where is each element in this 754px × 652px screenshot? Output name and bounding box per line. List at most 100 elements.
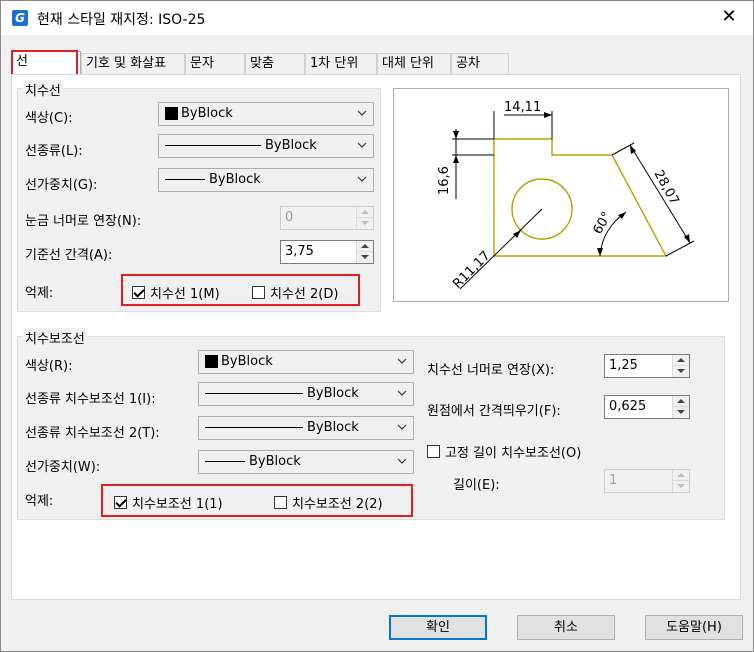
checkbox-checked-icon xyxy=(114,496,127,509)
spin-up-icon[interactable] xyxy=(673,355,689,366)
spin-down-icon[interactable] xyxy=(357,252,373,263)
ext-color-value: ByBlock xyxy=(221,354,273,369)
suppress-dim-line-2-label: 치수선 2(D) xyxy=(270,287,339,302)
suppress-dim-line-1-label: 치수선 1(M) xyxy=(150,287,220,302)
dim-linetype-label: 선종류(L): xyxy=(25,144,83,159)
ext-lineweight-label: 선가중치(W): xyxy=(25,460,101,475)
chevron-down-icon xyxy=(357,176,367,182)
color-swatch xyxy=(165,107,178,120)
ext-color-select[interactable]: ByBlock xyxy=(198,350,414,374)
dim-color-value: ByBlock xyxy=(181,106,233,121)
dim-lines-group-label: 치수선 xyxy=(23,80,63,99)
preview-shape xyxy=(493,138,668,257)
offset-origin-value: 0,625 xyxy=(609,399,647,414)
chevron-down-icon xyxy=(357,110,367,116)
help-button[interactable]: 도움말(H) xyxy=(645,615,743,640)
spin-down-icon[interactable] xyxy=(673,366,689,377)
dim-lineweight-label: 선가중치(G): xyxy=(25,178,98,193)
linetype-sample xyxy=(165,145,261,146)
ext-linetype1-select[interactable]: ByBlock xyxy=(198,382,414,406)
length-label: 길이(E): xyxy=(453,478,500,493)
style-preview: 14,11 16,6 28,07 60° R11,17 xyxy=(393,88,729,302)
tab-symbols-arrows[interactable]: 기호 및 화살표 xyxy=(81,53,185,75)
dim-text-left: 16,6 xyxy=(437,166,452,195)
window-title: 현재 스타일 재지정: ISO-25 xyxy=(37,12,206,28)
ext-linetype2-select[interactable]: ByBlock xyxy=(198,416,414,440)
spin-up-icon[interactable] xyxy=(673,470,689,481)
fixed-length-checkbox[interactable]: 고정 길이 치수보조선(O) xyxy=(427,442,581,461)
dim-text-angle: 60° xyxy=(590,210,615,237)
extend-beyond-label: 치수선 너머로 연장(X): xyxy=(427,363,555,378)
checkbox-unchecked-icon xyxy=(427,445,440,458)
chevron-down-icon xyxy=(397,390,407,396)
dim-text-top: 14,11 xyxy=(504,100,541,115)
offset-origin-label: 원점에서 간격띄우기(F): xyxy=(427,404,561,419)
dim-text-radius: R11,17 xyxy=(450,249,493,292)
suppress-dim-line-2-checkbox[interactable]: 치수선 2(D) xyxy=(252,283,338,302)
ext-lines-group-label: 치수보조선 xyxy=(23,328,87,347)
checkbox-checked-icon xyxy=(132,286,145,299)
ok-button[interactable]: 확인 xyxy=(389,615,487,640)
extend-beyond-spinner[interactable]: 1,25 xyxy=(604,354,690,378)
suppress-ext-line-2-checkbox[interactable]: 치수보조선 2(2) xyxy=(274,493,383,512)
checkbox-unchecked-icon xyxy=(252,286,265,299)
spin-down-icon[interactable] xyxy=(673,407,689,418)
tab-primary-units[interactable]: 1차 단위 xyxy=(305,53,377,75)
app-logo-icon: G xyxy=(12,10,28,26)
dim-lineweight-value: ByBlock xyxy=(209,172,261,187)
suppress-ext-line-1-checkbox[interactable]: 치수보조선 1(1) xyxy=(114,493,223,512)
lineweight-sample xyxy=(165,179,205,180)
title-bar: G 현재 스타일 재지정: ISO-25 ✕ xyxy=(1,1,753,35)
chevron-down-icon xyxy=(357,142,367,148)
spin-down-icon[interactable] xyxy=(357,218,373,229)
spin-up-icon[interactable] xyxy=(673,396,689,407)
linetype-sample xyxy=(205,393,303,394)
ext-suppress-label: 억제: xyxy=(25,494,54,509)
suppress-dim-line-1-checkbox[interactable]: 치수선 1(M) xyxy=(132,283,220,302)
linetype-sample xyxy=(205,427,303,428)
dim-lineweight-select[interactable]: ByBlock xyxy=(158,168,374,192)
spin-up-icon[interactable] xyxy=(357,207,373,218)
extend-ticks-value: 0 xyxy=(285,210,294,225)
tab-fit[interactable]: 맞춤 xyxy=(245,53,305,75)
spin-up-icon[interactable] xyxy=(357,241,373,252)
tab-alternate-units[interactable]: 대체 단위 xyxy=(377,53,451,75)
baseline-spacing-label: 기준선 간격(A): xyxy=(25,248,113,263)
spin-down-icon[interactable] xyxy=(673,481,689,492)
tab-text[interactable]: 문자 xyxy=(185,53,245,75)
close-icon[interactable]: ✕ xyxy=(717,5,741,29)
color-swatch xyxy=(205,355,218,368)
baseline-spacing-value: 3,75 xyxy=(285,244,314,259)
dimension-style-dialog: G 현재 스타일 재지정: ISO-25 ✕ 기호 및 화살표 문자 맞춤 1차… xyxy=(0,0,754,652)
extend-ticks-spinner[interactable]: 0 xyxy=(280,206,374,230)
ext-linetype2-value: ByBlock xyxy=(307,420,359,435)
dim-color-select[interactable]: ByBlock xyxy=(158,102,374,126)
ext-linetype2-label: 선종류 치수보조선 2(T): xyxy=(25,426,160,441)
checkbox-unchecked-icon xyxy=(274,496,287,509)
suppress-ext-line-1-label: 치수보조선 1(1) xyxy=(132,497,223,512)
fixed-length-label: 고정 길이 치수보조선(O) xyxy=(445,446,582,461)
tab-tolerances[interactable]: 공차 xyxy=(451,53,509,75)
length-value: 1 xyxy=(609,473,618,488)
chevron-down-icon xyxy=(397,358,407,364)
extend-beyond-value: 1,25 xyxy=(609,358,638,373)
offset-origin-spinner[interactable]: 0,625 xyxy=(604,395,690,419)
extend-ticks-label: 눈금 너머로 연장(N): xyxy=(25,214,142,229)
dim-linetype-value: ByBlock xyxy=(265,138,317,153)
ext-color-label: 색상(R): xyxy=(25,359,73,374)
ext-linetype1-label: 선종류 치수보조선 1(I): xyxy=(25,392,156,407)
cancel-button[interactable]: 취소 xyxy=(517,615,615,640)
ext-lineweight-select[interactable]: ByBlock xyxy=(198,450,414,474)
dim-linetype-select[interactable]: ByBlock xyxy=(158,134,374,158)
suppress-ext-line-2-label: 치수보조선 2(2) xyxy=(292,497,383,512)
length-spinner[interactable]: 1 xyxy=(604,469,690,493)
ext-lineweight-value: ByBlock xyxy=(249,454,301,469)
lineweight-sample xyxy=(205,461,245,462)
dim-text-diagonal: 28,07 xyxy=(651,168,682,208)
chevron-down-icon xyxy=(397,458,407,464)
dim-color-label: 색상(C): xyxy=(25,111,73,126)
dimension-preview-drawing: 14,11 16,6 28,07 60° R11,17 xyxy=(437,100,695,292)
dim-suppress-label: 억제: xyxy=(25,286,54,301)
baseline-spacing-spinner[interactable]: 3,75 xyxy=(280,240,374,264)
ext-linetype1-value: ByBlock xyxy=(307,386,359,401)
